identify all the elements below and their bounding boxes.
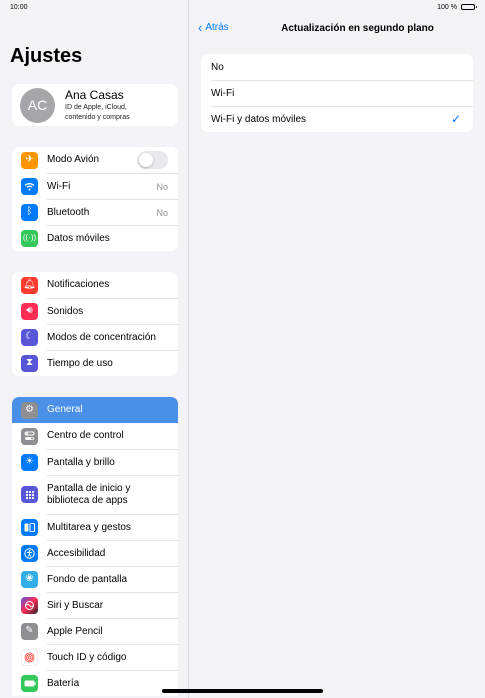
status-time: 10:00 [10, 3, 28, 11]
sidebar-item-label: Centro de control [47, 430, 124, 441]
sidebar-title: Ajustes [10, 45, 83, 67]
sidebar-item-label: Modos de concentración [47, 331, 156, 343]
sidebar-item-label: Notificaciones [47, 279, 110, 290]
sun-icon: ☀ [21, 453, 38, 471]
multitask-icon [21, 518, 38, 536]
sidebar-item-wifi[interactable]: Wi-Fi No [12, 173, 178, 199]
sidebar-item-label: Datos móviles [47, 232, 110, 244]
switches-icon [21, 427, 38, 445]
sidebar-item-mobile-data[interactable]: ((·)) Datos móviles [12, 225, 178, 251]
sidebar-item-label: Batería [47, 677, 80, 689]
sidebar-item-accessibility[interactable]: Accesibilidad [12, 540, 178, 566]
accessibility-icon [21, 544, 38, 562]
sidebar-item-label: Sonidos [47, 305, 84, 317]
sidebar-item-wallpaper[interactable]: ❀ Fondo de pantalla [12, 566, 178, 592]
sidebar-item-siri[interactable]: Siri y Buscar [12, 592, 178, 618]
siri-icon [21, 596, 38, 614]
detail-navigation-bar: ‹ Atrás Actualización en segundo plano [190, 16, 485, 42]
sidebar-item-airplane-mode[interactable]: ✈ Modo Avión [12, 147, 178, 173]
battery-percentage: 100 % [437, 3, 457, 11]
sidebar-item-label: Tiempo de uso [47, 357, 113, 369]
sidebar: Ajustes AC Ana Casas ID de Apple, iCloud… [0, 0, 189, 698]
flower-icon: ❀ [21, 570, 38, 588]
antenna-icon: ((·)) [21, 229, 38, 247]
general-group: ⚙ General Centro de control ☀ Pantalla y… [12, 397, 178, 696]
sidebar-item-screen-time[interactable]: ⧗ Tiempo de uso [12, 350, 178, 376]
fingerprint-icon [21, 648, 38, 666]
profile-name: Ana Casas [65, 88, 124, 102]
sidebar-item-display[interactable]: ☀ Pantalla y brillo [12, 449, 178, 475]
home-screen-label: Pantalla de inicio y biblioteca de apps [47, 483, 130, 507]
status-right: 100 % [437, 3, 477, 11]
option-wifi-and-mobile-data[interactable]: Wi-Fi y datos móviles ✓ [201, 106, 473, 132]
sidebar-item-label: General [47, 404, 83, 415]
sidebar-item-label-line-1: Pantalla de inicio y [47, 483, 131, 494]
notifications-group: 🔔︎ Notificaciones 🔊︎ Sonidos ☾ Modos de … [12, 272, 178, 376]
sidebar-item-label: Apple Pencil [47, 625, 103, 637]
home-indicator [162, 689, 323, 693]
bell-icon: 🔔︎ [21, 276, 38, 294]
option-wifi[interactable]: Wi-Fi [201, 80, 473, 106]
sidebar-item-home-screen[interactable]: Pantalla de inicio y biblioteca de apps [12, 475, 178, 514]
option-label: Wi-Fi [211, 87, 235, 99]
sidebar-item-label: Modo Avión [47, 154, 100, 165]
sidebar-item-touch-id[interactable]: Touch ID y código [12, 644, 178, 670]
sidebar-item-label: Wi-Fi [47, 180, 71, 192]
grid-icon [21, 486, 38, 503]
gear-icon: ⚙ [21, 401, 38, 419]
battery-status-icon [461, 4, 477, 10]
sidebar-item-control-center[interactable]: Centro de control [12, 423, 178, 449]
sidebar-item-focus[interactable]: ☾ Modos de concentración [12, 324, 178, 350]
checkmark-icon: ✓ [450, 112, 461, 126]
sidebar-item-bluetooth[interactable]: ᛒ Bluetooth No [12, 199, 178, 225]
moon-icon: ☾ [21, 328, 38, 346]
wifi-value: No [156, 181, 168, 192]
sidebar-item-label: Touch ID y código [47, 651, 127, 663]
airplane-mode-toggle[interactable] [137, 151, 168, 169]
sidebar-item-battery[interactable]: Batería [12, 670, 178, 696]
sidebar-item-multitasking[interactable]: Multitarea y gestos [12, 514, 178, 540]
avatar: AC [20, 87, 55, 123]
hourglass-icon: ⧗ [21, 354, 38, 372]
bluetooth-icon: ᛒ [21, 203, 38, 221]
sidebar-item-label: Multitarea y gestos [47, 521, 131, 533]
option-label: Wi-Fi y datos móviles [211, 113, 307, 125]
profile-text: Ana Casas ID de Apple, iCloud, contenido… [65, 88, 130, 122]
battery-icon [21, 674, 38, 692]
profile-subtitle-1: ID de Apple, iCloud, [65, 104, 127, 111]
sidebar-item-label: Accesibilidad [47, 547, 106, 559]
sidebar-item-label-line-2: biblioteca de apps [47, 495, 128, 506]
pencil-icon: ✎ [21, 622, 38, 640]
status-bar: 10:00 100 % [0, 0, 485, 14]
bluetooth-value: No [156, 207, 168, 218]
option-off[interactable]: No [201, 54, 473, 80]
background-refresh-options: No Wi-Fi Wi-Fi y datos móviles ✓ [201, 54, 473, 132]
speaker-icon: 🔊︎ [21, 302, 38, 320]
sidebar-item-notifications[interactable]: 🔔︎ Notificaciones [12, 272, 178, 298]
profile-subtitle-2: contenido y compras [65, 114, 130, 121]
connectivity-group: ✈ Modo Avión Wi-Fi No ᛒ Bluetooth No ((·… [12, 147, 178, 251]
sidebar-item-label: Fondo de pantalla [47, 573, 128, 585]
apple-id-profile[interactable]: AC Ana Casas ID de Apple, iCloud, conten… [12, 84, 178, 126]
sidebar-item-sounds[interactable]: 🔊︎ Sonidos [12, 298, 178, 324]
sidebar-item-label: Bluetooth [47, 206, 90, 218]
sidebar-item-apple-pencil[interactable]: ✎ Apple Pencil [12, 618, 178, 644]
page-title: Actualización en segundo plano [281, 23, 434, 34]
sidebar-item-label: Pantalla y brillo [47, 456, 115, 468]
sidebar-item-general[interactable]: ⚙ General [12, 397, 178, 423]
airplane-icon: ✈ [21, 151, 38, 169]
option-label: No [211, 61, 224, 73]
sidebar-item-label: Siri y Buscar [47, 599, 104, 611]
wifi-icon [21, 177, 38, 195]
